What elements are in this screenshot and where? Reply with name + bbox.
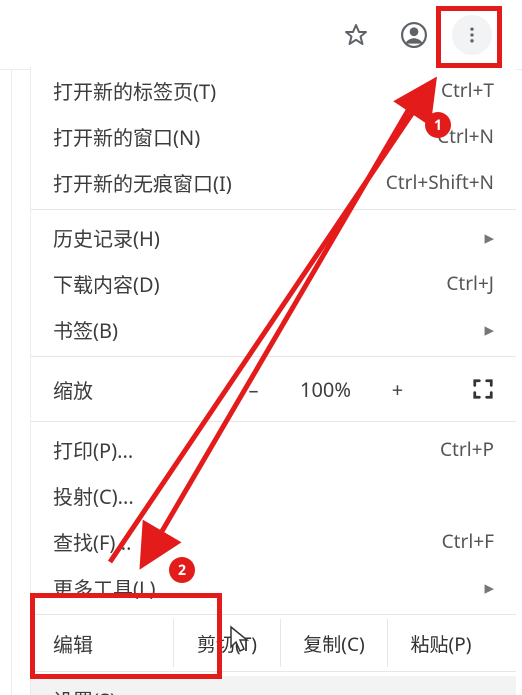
menu-item-more-tools[interactable]: 更多工具(L) ▸: [31, 564, 516, 610]
menu-shortcut: Ctrl+N: [437, 123, 494, 149]
menu-separator: [31, 421, 516, 422]
menu-item-history[interactable]: 历史记录(H) ▸: [31, 214, 516, 260]
menu-label: 打开新的标签页(T): [53, 76, 441, 105]
chrome-main-menu: 打开新的标签页(T) Ctrl+T 打开新的窗口(N) Ctrl+N 打开新的无…: [30, 67, 516, 695]
more-vert-icon[interactable]: [452, 15, 492, 55]
menu-label: 下载内容(D): [53, 269, 446, 298]
edit-paste-button[interactable]: 粘贴(P): [387, 619, 494, 667]
menu-item-bookmarks[interactable]: 书签(B) ▸: [31, 306, 516, 352]
menu-label: 历史记录(H): [53, 223, 484, 252]
menu-label: 设置(S): [53, 685, 494, 695]
zoom-controls: – 100% +: [203, 376, 448, 403]
edit-copy-button[interactable]: 复制(C): [280, 619, 387, 667]
edit-cut-button[interactable]: 剪切(T): [173, 619, 280, 667]
menu-item-new-tab[interactable]: 打开新的标签页(T) Ctrl+T: [31, 67, 516, 113]
menu-label: 更多工具(L): [53, 573, 484, 602]
screenshot-stage: 打开新的标签页(T) Ctrl+T 打开新的窗口(N) Ctrl+N 打开新的无…: [0, 0, 522, 695]
menu-label: 打开新的无痕窗口(I): [53, 168, 386, 197]
menu-shortcut: Ctrl+Shift+N: [386, 169, 494, 195]
menu-shortcut: Ctrl+T: [441, 77, 494, 103]
menu-separator: [31, 209, 516, 210]
menu-label: 打印(P)...: [53, 435, 440, 464]
menu-item-incognito[interactable]: 打开新的无痕窗口(I) Ctrl+Shift+N: [31, 159, 516, 205]
menu-shortcut: Ctrl+J: [446, 270, 494, 296]
menu-item-settings[interactable]: 设置(S): [31, 676, 516, 695]
zoom-value: 100%: [296, 376, 356, 403]
left-strip: [0, 70, 12, 695]
star-icon[interactable]: [336, 15, 376, 55]
menu-item-downloads[interactable]: 下载内容(D) Ctrl+J: [31, 260, 516, 306]
menu-label: 投射(C)...: [53, 481, 494, 510]
zoom-out-button[interactable]: –: [242, 376, 266, 403]
chevron-right-icon: ▸: [484, 316, 494, 342]
menu-item-edit: 编辑 剪切(T) 复制(C) 粘贴(P): [31, 619, 516, 667]
menu-item-cast[interactable]: 投射(C)...: [31, 472, 516, 518]
menu-label: 缩放: [53, 375, 203, 404]
menu-item-print[interactable]: 打印(P)... Ctrl+P: [31, 426, 516, 472]
browser-toolbar: [0, 0, 522, 70]
chevron-right-icon: ▸: [484, 574, 494, 600]
menu-label: 打开新的窗口(N): [53, 122, 437, 151]
menu-label: 查找(F)...: [53, 527, 442, 556]
menu-separator: [31, 356, 516, 357]
profile-icon[interactable]: [394, 15, 434, 55]
menu-shortcut: Ctrl+F: [442, 528, 494, 554]
menu-item-zoom: 缩放 – 100% +: [31, 361, 516, 417]
fullscreen-icon[interactable]: [472, 378, 494, 400]
zoom-in-button[interactable]: +: [386, 376, 410, 403]
menu-shortcut: Ctrl+P: [440, 436, 494, 462]
menu-item-new-window[interactable]: 打开新的窗口(N) Ctrl+N: [31, 113, 516, 159]
menu-item-find[interactable]: 查找(F)... Ctrl+F: [31, 518, 516, 564]
menu-label: 书签(B): [53, 315, 484, 344]
menu-separator: [31, 671, 516, 672]
chevron-right-icon: ▸: [484, 224, 494, 250]
menu-separator: [31, 614, 516, 615]
menu-label: 编辑: [53, 629, 173, 658]
